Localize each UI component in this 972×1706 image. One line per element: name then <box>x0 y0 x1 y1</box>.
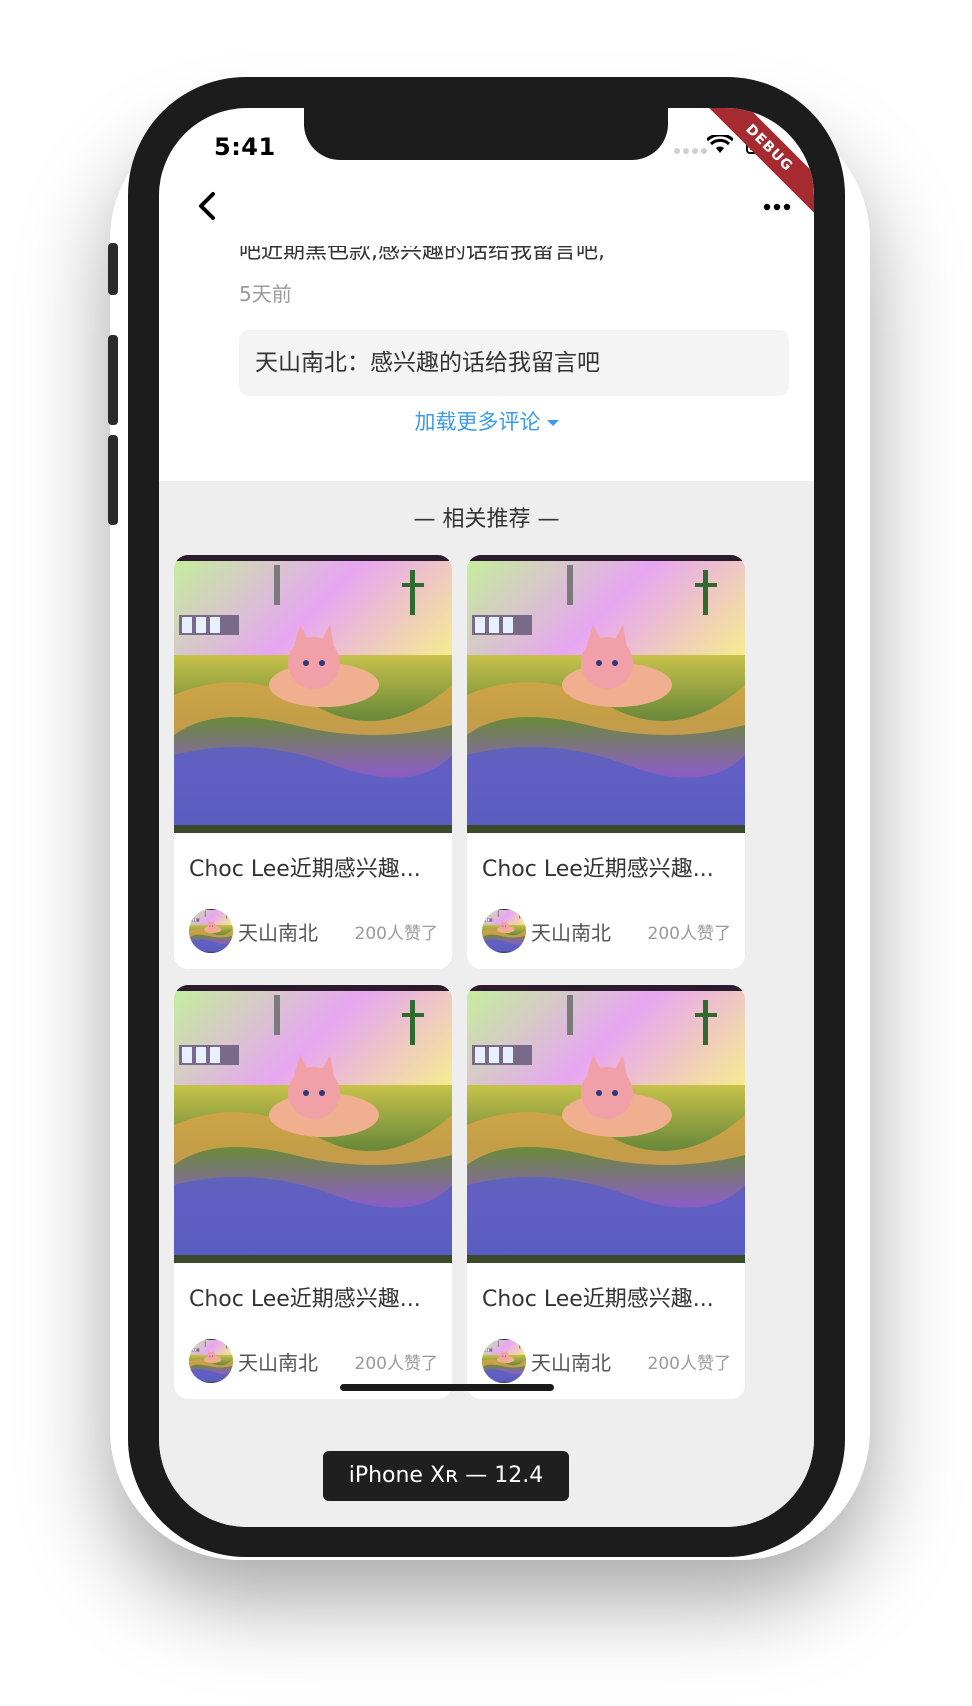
recommend-card[interactable]: Choc Lee近期感兴趣... 天山南北 200人赞了 <box>174 985 452 1399</box>
comment-text: 吧近期黑色款,感兴趣的话给我留言吧, <box>239 239 605 264</box>
recommend-section: — 相关推荐 — Choc Lee近期感兴趣... 天山南北 200人赞了 Ch… <box>159 481 814 1527</box>
chevron-left-icon[interactable] <box>189 186 229 226</box>
card-image <box>467 555 745 835</box>
load-more-label: 加载更多评论 <box>414 410 541 434</box>
mute-switch <box>108 243 118 295</box>
signal-icon <box>674 148 707 154</box>
load-more-comments-button[interactable]: 加载更多评论 <box>159 408 814 436</box>
notch <box>304 108 668 160</box>
card-title: Choc Lee近期感兴趣... <box>189 1287 421 1312</box>
more-dots-icon[interactable] <box>757 192 797 222</box>
card-image <box>174 985 452 1265</box>
reply-box[interactable]: 天山南北：感兴趣的话给我留言吧 <box>239 330 789 396</box>
device-label: iPhone Xʀ — 12.4 <box>323 1451 569 1501</box>
status-time: 5:41 <box>214 133 276 161</box>
caret-down-icon <box>546 420 559 426</box>
recommend-title: — 相关推荐 — <box>413 507 560 532</box>
avatar[interactable] <box>482 909 526 953</box>
avatar[interactable] <box>189 1339 233 1383</box>
volume-up-button <box>108 335 118 425</box>
phone-screen: 5:41 DEBUG 吧近期黑色款,感兴趣的话给我留言吧, 5天前 天山南北：感… <box>159 108 814 1527</box>
card-image <box>174 555 452 835</box>
navigation-bar <box>159 170 814 242</box>
recommend-card[interactable]: Choc Lee近期感兴趣... 天山南北 200人赞了 <box>467 985 745 1399</box>
card-likes: 200人赞了 <box>647 924 731 944</box>
card-author: 天山南北 <box>238 921 318 945</box>
avatar[interactable] <box>482 1339 526 1383</box>
card-title: Choc Lee近期感兴趣... <box>482 857 714 882</box>
card-title: Choc Lee近期感兴趣... <box>482 1287 714 1312</box>
wifi-icon <box>707 135 733 153</box>
avatar[interactable] <box>189 909 233 953</box>
comment-date: 5天前 <box>239 282 292 306</box>
card-likes: 200人赞了 <box>354 924 438 944</box>
recommend-card[interactable]: Choc Lee近期感兴趣... 天山南北 200人赞了 <box>174 555 452 969</box>
card-author: 天山南北 <box>238 1351 318 1375</box>
card-title: Choc Lee近期感兴趣... <box>189 857 421 882</box>
card-likes: 200人赞了 <box>647 1354 731 1374</box>
card-likes: 200人赞了 <box>354 1354 438 1374</box>
card-image <box>467 985 745 1265</box>
home-indicator[interactable] <box>340 1384 554 1391</box>
recommend-card[interactable]: Choc Lee近期感兴趣... 天山南北 200人赞了 <box>467 555 745 969</box>
card-author: 天山南北 <box>531 921 611 945</box>
card-author: 天山南北 <box>531 1351 611 1375</box>
reply-text: 天山南北：感兴趣的话给我留言吧 <box>255 350 600 376</box>
volume-down-button <box>108 435 118 525</box>
